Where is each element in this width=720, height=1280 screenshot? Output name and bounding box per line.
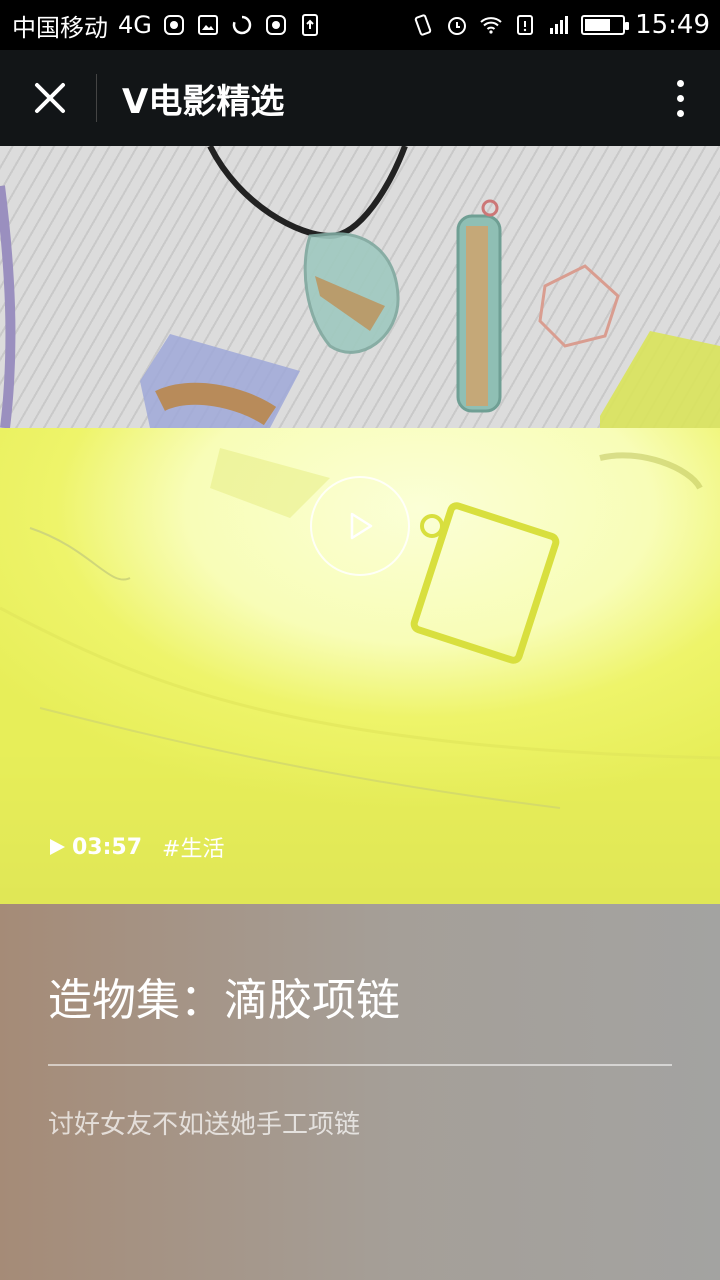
- duration-play-icon: [50, 839, 65, 855]
- signal-icon: [547, 13, 571, 37]
- more-icon-dot: [676, 109, 684, 117]
- app-notification-icon-2: [264, 13, 288, 37]
- more-icon-dot: [676, 79, 684, 87]
- clock: 15:49: [635, 10, 710, 40]
- video-tag[interactable]: #生活: [162, 831, 224, 863]
- image-notification-icon: [196, 13, 220, 37]
- video-bottom-shade: [0, 746, 720, 904]
- app-notification-icon: [162, 13, 186, 37]
- video-subtitle: 讨好女友不如送她手工项链: [48, 1110, 361, 1140]
- more-options-button[interactable]: [670, 74, 690, 122]
- vibrate-icon: [411, 13, 435, 37]
- video-player[interactable]: 03:57 #生活: [0, 146, 720, 904]
- status-bar: 中国移动 4G 15:49: [0, 0, 720, 50]
- close-icon: [35, 83, 65, 113]
- play-icon: [350, 512, 373, 540]
- play-button[interactable]: [310, 476, 410, 576]
- close-button[interactable]: [26, 74, 74, 122]
- video-headline: 造物集：滴胶项链: [48, 975, 400, 1026]
- sync-icon: [230, 13, 254, 37]
- video-thumbnail-top: [0, 146, 720, 429]
- carrier-label: 中国移动: [12, 13, 108, 42]
- page-title: V电影精选: [122, 81, 285, 122]
- top-bar: V电影精选: [0, 50, 720, 146]
- video-duration: 03:57: [72, 834, 143, 860]
- alarm-icon: [445, 13, 469, 37]
- info-panel: 造物集：滴胶项链 讨好女友不如送她手工项链: [0, 904, 720, 1280]
- title-divider: [96, 74, 97, 122]
- headline-divider: [48, 1064, 672, 1066]
- video-meta: 03:57 #生活: [48, 831, 224, 863]
- wifi-icon: [479, 13, 503, 37]
- sim-alert-icon: [513, 13, 537, 37]
- upload-icon: [298, 13, 322, 37]
- more-icon-dot: [676, 94, 684, 102]
- pendants-illustration: [0, 146, 720, 429]
- network-type: 4G: [118, 11, 152, 39]
- battery-icon: [581, 15, 630, 35]
